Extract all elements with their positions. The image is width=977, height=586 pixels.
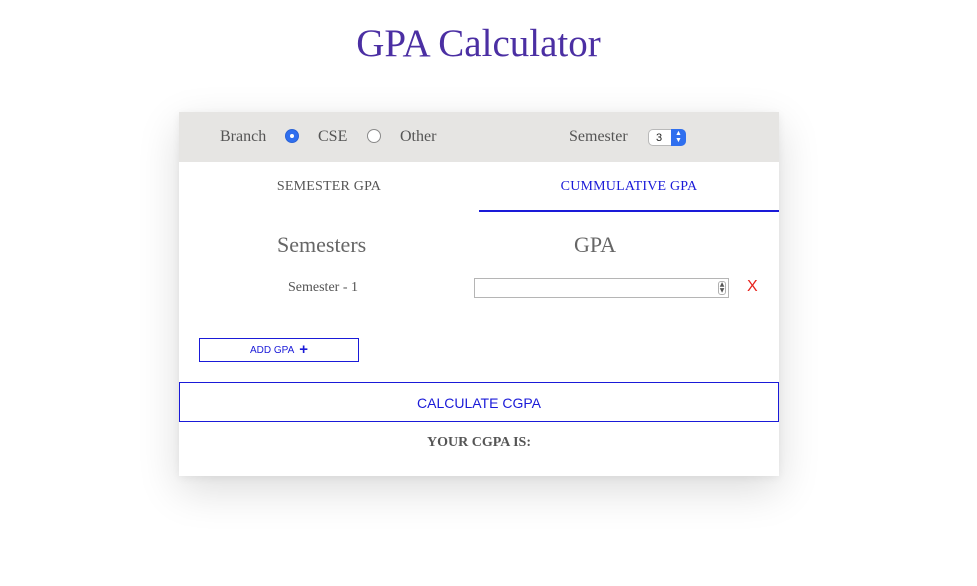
- semester-label: Semester: [569, 128, 628, 145]
- add-gpa-label: ADD GPA: [249, 345, 295, 356]
- tab-cummulative-gpa[interactable]: CUMMULATIVE GPA: [479, 162, 779, 212]
- semester-select-value: 3: [656, 132, 663, 144]
- branch-label: Branch: [220, 128, 267, 145]
- cgpa-result-label: YOUR CGPA IS:: [427, 435, 531, 450]
- branch-option-cse-label[interactable]: CSE: [318, 128, 347, 146]
- branch-radio-other[interactable]: [367, 129, 381, 143]
- options-bar: Branch CSE Other Semester 3 ▲ ▼: [179, 112, 779, 162]
- remove-semester-button[interactable]: X: [747, 278, 758, 296]
- chevron-up-down-icon: ▲ ▼: [671, 129, 686, 146]
- calculate-cgpa-button[interactable]: CALCULATE CGPA: [179, 382, 779, 422]
- page-title: GPA Calculator: [356, 22, 601, 65]
- gpa-input[interactable]: ▲ ▼: [474, 278, 729, 298]
- gpa-column-header: GPA: [574, 232, 616, 257]
- semester-row-label: Semester - 1: [288, 280, 358, 295]
- plus-icon: +: [299, 341, 309, 358]
- number-spinner-icon[interactable]: ▲ ▼: [718, 281, 726, 295]
- tab-semester-gpa[interactable]: SEMESTER GPA: [179, 162, 479, 212]
- semesters-column-header: Semesters: [277, 232, 367, 257]
- gpa-calculator-card: Branch CSE Other Semester 3 ▲ ▼ SEMESTER …: [179, 112, 779, 476]
- semester-select[interactable]: 3 ▲ ▼: [648, 129, 686, 146]
- branch-option-other-label[interactable]: Other: [400, 128, 436, 146]
- add-gpa-button[interactable]: ADD GPA +: [199, 338, 359, 362]
- branch-radio-cse[interactable]: [285, 129, 299, 143]
